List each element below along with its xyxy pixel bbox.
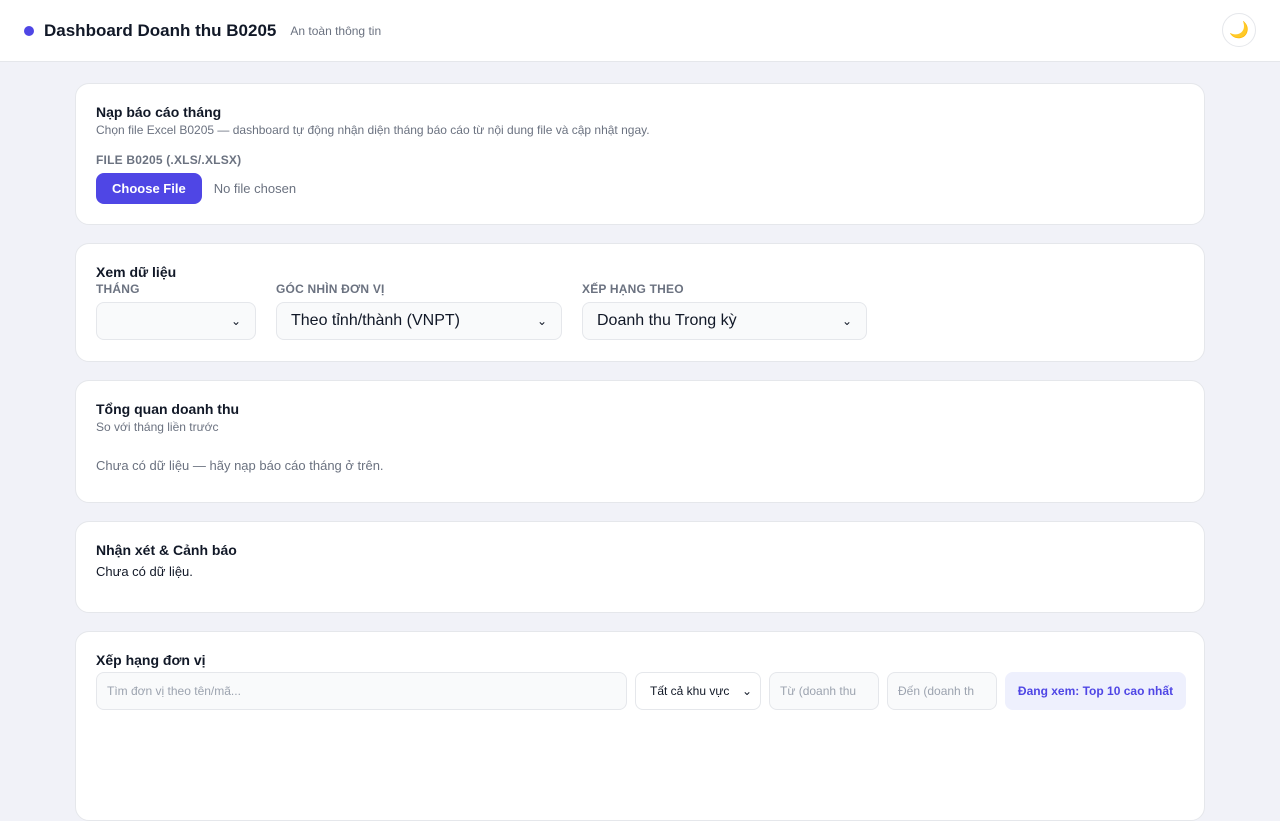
from-placeholder: Từ (doanh thu (780, 684, 857, 698)
unit-select-value: Theo tỉnh/thành (VNPT) (291, 312, 460, 329)
moon-icon: 🌙 (1229, 22, 1249, 39)
file-status: No file chosen (213, 181, 297, 196)
unit-search-input[interactable]: Tìm đơn vị theo tên/mã... (96, 672, 627, 710)
unit-select[interactable]: Theo tỉnh/thành (VNPT) ⌄ (276, 302, 562, 340)
chevron-down-icon: ⌄ (230, 314, 241, 328)
chevron-down-icon: ⌄ (536, 314, 547, 328)
overview-empty-message: Chưa có dữ liệu — hãy nạp báo cáo tháng … (96, 458, 384, 473)
file-input: Choose File No file chosen (96, 173, 1184, 204)
month-field: THÁNG ⌄ (96, 282, 256, 340)
revenue-to-input[interactable]: Đến (doanh th (887, 672, 997, 710)
rank-select-value: Doanh thu Trong kỳ (597, 312, 737, 329)
alerts-title: Nhận xét & Cảnh báo (96, 542, 237, 558)
chevron-down-icon: ⌄ (741, 684, 752, 698)
ranking-title: Xếp hạng đơn vị (96, 652, 206, 668)
rank-select[interactable]: Doanh thu Trong kỳ ⌄ (582, 302, 867, 340)
view-title: Xem dữ liệu (96, 264, 177, 280)
brand-dot-icon (24, 25, 34, 36)
unit-field: GÓC NHÌN ĐƠN VỊ Theo tỉnh/thành (VNPT) ⌄ (276, 282, 562, 340)
overview-card: Tổng quan doanh thu So với tháng liền tr… (75, 380, 1205, 503)
month-select[interactable]: ⌄ (96, 302, 256, 340)
overview-title: Tổng quan doanh thu (96, 401, 240, 417)
upload-card: Nạp báo cáo tháng Chọn file Excel B0205 … (75, 83, 1205, 225)
chevron-down-icon: ⌄ (841, 314, 852, 328)
app-title: Dashboard Doanh thu B0205 (44, 20, 277, 40)
file-field-label: FILE B0205 (.XLS/.XLSX) (96, 153, 242, 167)
alerts-card: Nhận xét & Cảnh báo Chưa có dữ liệu. (75, 521, 1205, 613)
region-select[interactable]: Tất cả khu vực ⌄ (635, 672, 761, 710)
rank-label: XẾP HẠNG THEO (582, 282, 684, 296)
theme-toggle-button[interactable]: 🌙 (1222, 13, 1256, 47)
region-select-value: Tất cả khu vực (650, 684, 730, 698)
search-placeholder: Tìm đơn vị theo tên/mã... (107, 684, 241, 698)
month-label: THÁNG (96, 282, 140, 296)
overview-subtitle: So với tháng liền trước (96, 420, 219, 434)
rank-field: XẾP HẠNG THEO Doanh thu Trong kỳ ⌄ (582, 282, 867, 340)
unit-label: GÓC NHÌN ĐƠN VỊ (276, 282, 385, 296)
view-card: Xem dữ liệu THÁNG ⌄ GÓC NHÌN ĐƠN VỊ Theo… (75, 243, 1205, 362)
ranking-card: Xếp hạng đơn vị Tìm đơn vị theo tên/mã..… (75, 631, 1205, 821)
to-placeholder: Đến (doanh th (898, 684, 975, 698)
upload-description: Chọn file Excel B0205 — dashboard tự độn… (96, 123, 650, 137)
alerts-empty-message: Chưa có dữ liệu. (96, 564, 193, 579)
top-bar: Dashboard Doanh thu B0205 An toàn thông … (0, 0, 1280, 62)
app-subtitle: An toàn thông tin (290, 23, 382, 38)
viewing-status-badge[interactable]: Đang xem: Top 10 cao nhất (1005, 672, 1186, 710)
upload-title: Nạp báo cáo tháng (96, 104, 222, 120)
revenue-from-input[interactable]: Từ (doanh thu (769, 672, 879, 710)
choose-file-button[interactable]: Choose File (96, 173, 202, 204)
